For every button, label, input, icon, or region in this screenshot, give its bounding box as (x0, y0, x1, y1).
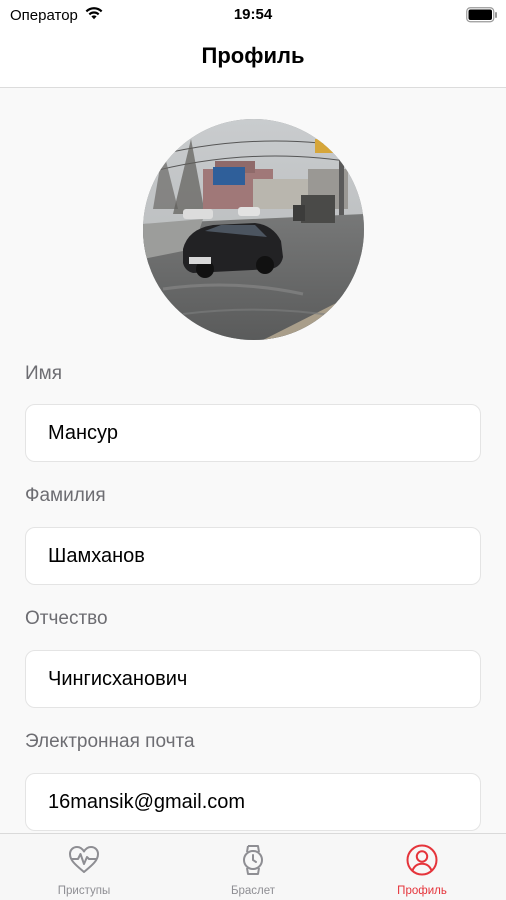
battery-icon (466, 7, 498, 28)
tab-seizures-label: Приступы (57, 885, 111, 897)
tab-bar: Приступы Браслет Профиль (0, 833, 506, 900)
last-name-value: Шамханов (48, 544, 145, 567)
tab-bracelet-label: Браслет (230, 885, 276, 897)
first-name-field[interactable]: Мансур (25, 404, 481, 462)
profile-content[interactable]: Имя Мансур Фамилия Шамханов Отчество Чин… (0, 88, 506, 833)
tab-profile[interactable]: Профиль (338, 834, 506, 900)
tab-profile-label: Профиль (397, 885, 447, 897)
tab-seizures[interactable]: Приступы (0, 834, 168, 900)
watch-icon (236, 843, 270, 877)
status-time: 19:54 (233, 6, 273, 23)
navigation-bar: Профиль (0, 30, 506, 88)
page-title: Профиль (201, 43, 305, 68)
email-field[interactable]: 16mansik@gmail.com (25, 773, 481, 831)
profile-screen: Оператор 19:54 Профиль Имя Мансур Фамили… (0, 0, 506, 900)
patronymic-label: Отчество (25, 608, 108, 629)
avatar[interactable] (143, 119, 364, 340)
tab-bracelet[interactable]: Браслет (169, 834, 337, 900)
first-name-value: Мансур (48, 421, 118, 444)
heartbeat-icon (67, 843, 101, 877)
patronymic-field[interactable]: Чингисханович (25, 650, 481, 708)
last-name-field[interactable]: Шамханов (25, 527, 481, 585)
last-name-label: Фамилия (25, 485, 106, 506)
avatar-photo (143, 119, 364, 340)
status-bar: Оператор 19:54 (0, 0, 506, 30)
email-label: Электронная почта (25, 731, 195, 752)
email-value: 16mansik@gmail.com (48, 790, 246, 813)
patronymic-value: Чингисханович (48, 667, 188, 690)
user-circle-icon (405, 843, 439, 877)
first-name-label: Имя (25, 363, 63, 384)
